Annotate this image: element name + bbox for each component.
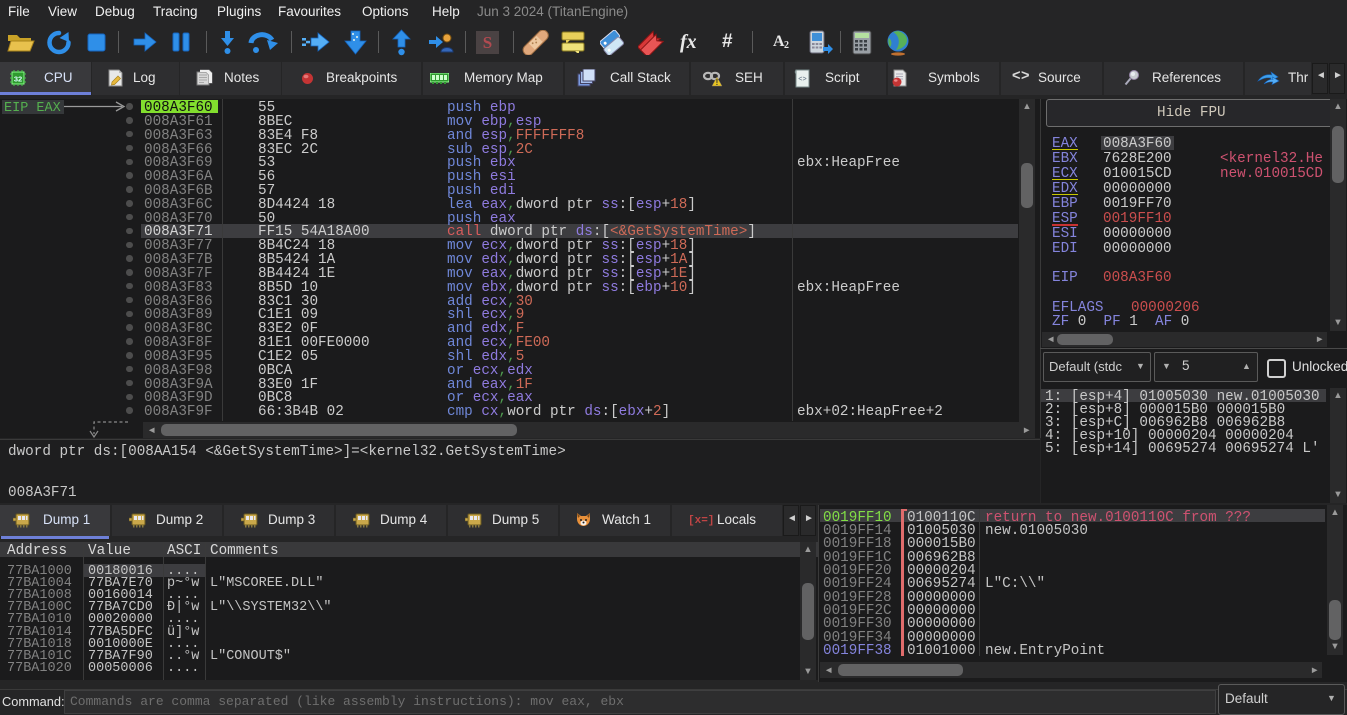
svg-text:!: ! <box>716 78 719 87</box>
svg-text:S: S <box>483 33 492 52</box>
svg-text:<>: <> <box>798 76 806 84</box>
svg-text:32: 32 <box>14 75 22 84</box>
